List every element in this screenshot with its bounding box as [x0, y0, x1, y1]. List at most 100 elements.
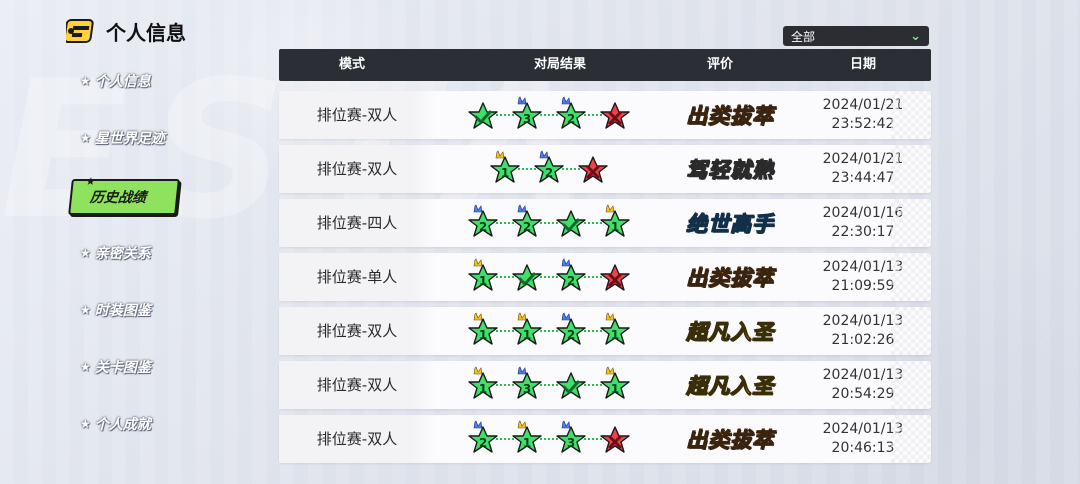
- rank-star-icon: 1: [466, 366, 500, 401]
- svg-text:3: 3: [567, 436, 575, 450]
- sidebar-item-label: 时装图鉴: [94, 303, 151, 319]
- table-row[interactable]: 排位赛-四人 2 2 1 绝世高手 2024/01/16 22:30:17: [279, 199, 931, 247]
- mode-filter-dropdown[interactable]: 全部 ⌄: [783, 26, 929, 46]
- column-header-mode: 模式: [338, 57, 365, 72]
- star-bullet-icon: ★: [80, 303, 91, 317]
- sidebar-item-level-collection[interactable]: ★ 关卡图鉴: [70, 350, 190, 384]
- row-checker-decoration: [891, 361, 931, 409]
- filter-selected-value: 全部: [791, 29, 816, 44]
- svg-text:3: 3: [523, 112, 531, 126]
- profile-badge-icon: [63, 14, 100, 48]
- column-header-result: 对局结果: [533, 57, 586, 72]
- rank-star-icon: 2: [466, 204, 500, 239]
- star-bullet-icon: ★: [80, 74, 91, 88]
- svg-text:3: 3: [523, 382, 531, 396]
- row-match-results: 12: [449, 145, 649, 193]
- star-bullet-icon: ★: [80, 360, 91, 374]
- row-rating: 出类拔萃: [686, 428, 774, 453]
- star-bullet-icon: ★: [80, 417, 91, 431]
- row-checker-decoration: [891, 145, 931, 193]
- row-match-results: 2 2 1: [449, 199, 649, 247]
- row-mode: 排位赛-单人: [279, 253, 435, 301]
- rank-star-icon: 2: [510, 204, 544, 239]
- svg-text:2: 2: [523, 220, 531, 234]
- sidebar-item-achievements[interactable]: ★ 个人成就: [70, 407, 190, 441]
- row-match-results: 12: [449, 253, 649, 301]
- lose-star-icon: [576, 155, 610, 185]
- page-title: 个人信息: [106, 20, 186, 45]
- lose-star-icon: [598, 263, 632, 293]
- table-row[interactable]: 排位赛-双人 1 2 驾轻就熟 2024/01/21 23:44:47: [279, 145, 931, 193]
- svg-text:2: 2: [545, 166, 553, 180]
- column-header-rating: 评价: [706, 57, 733, 72]
- sidebar-item-outfit-collection[interactable]: ★ 时装图鉴: [70, 293, 190, 327]
- win-check-star-icon: [554, 209, 588, 239]
- svg-text:2: 2: [567, 112, 575, 126]
- rank-star-icon: 2: [466, 420, 500, 455]
- rank-star-icon: 2: [554, 258, 588, 293]
- rank-star-icon: 1: [510, 420, 544, 455]
- rank-star-icon: 1: [466, 312, 500, 347]
- svg-text:2: 2: [479, 220, 487, 234]
- rank-star-icon: 3: [510, 366, 544, 401]
- column-header-date: 日期: [849, 57, 876, 72]
- svg-text:1: 1: [479, 328, 487, 342]
- sidebar-item-profile[interactable]: ★ 个人信息: [70, 64, 190, 98]
- sidebar-item-label: 亲密关系: [94, 246, 151, 262]
- rank-star-icon: 2: [532, 150, 566, 185]
- table-header: 模式 对局结果 评价 日期: [279, 49, 931, 81]
- row-rating: 绝世高手: [686, 212, 774, 237]
- svg-text:1: 1: [611, 220, 619, 234]
- sidebar-item-relationships[interactable]: ★ 亲密关系: [70, 236, 190, 270]
- rank-star-icon: 3: [554, 420, 588, 455]
- row-rating: 出类拔萃: [686, 266, 774, 291]
- svg-text:2: 2: [567, 274, 575, 288]
- row-mode: 排位赛-双人: [279, 415, 435, 463]
- sidebar-item-label: 星世界足迹: [94, 131, 165, 147]
- row-checker-decoration: [891, 253, 931, 301]
- row-match-results: 32: [449, 91, 649, 139]
- row-mode: 排位赛-四人: [279, 199, 435, 247]
- rank-star-icon: 1: [510, 312, 544, 347]
- rank-star-icon: 1: [598, 366, 632, 401]
- row-mode: 排位赛-双人: [279, 91, 435, 139]
- sidebar-item-match-history[interactable]: ★ 历史战绩: [68, 175, 180, 215]
- sidebar-item-star-world-footprint[interactable]: ★ 星世界足迹: [70, 121, 190, 155]
- win-check-star-icon: [510, 263, 544, 293]
- row-checker-decoration: [891, 91, 931, 139]
- star-bullet-icon: ★: [80, 131, 91, 145]
- rank-star-icon: 3: [510, 96, 544, 131]
- row-checker-decoration: [891, 199, 931, 247]
- lose-star-icon: [598, 425, 632, 455]
- sidebar-item-label: 关卡图鉴: [94, 360, 151, 376]
- svg-text:1: 1: [523, 328, 531, 342]
- svg-text:1: 1: [611, 328, 619, 342]
- table-row[interactable]: 排位赛-双人 3 2 出类拔萃 2024/01/21 23:52:42: [279, 91, 931, 139]
- table-row[interactable]: 排位赛-单人 1 2 出类拔萃 2024/01/13 21:09:59: [279, 253, 931, 301]
- table-row[interactable]: 排位赛-双人 2 1 3 出类拔萃 2024/01/13 20:46:13: [279, 415, 931, 463]
- page-header: 个人信息: [63, 14, 186, 48]
- row-rating: 驾轻就熟: [686, 158, 774, 183]
- row-checker-decoration: [891, 415, 931, 463]
- win-check-star-icon: [466, 101, 500, 131]
- chevron-down-icon: ⌄: [910, 28, 921, 44]
- svg-text:1: 1: [479, 382, 487, 396]
- row-checker-decoration: [891, 307, 931, 355]
- match-history-table: 模式 对局结果 评价 日期 排位赛-双人 3 2 出类拔萃 2024/01/21 23:5…: [279, 49, 931, 463]
- rank-star-icon: 1: [488, 150, 522, 185]
- rank-star-icon: 2: [554, 312, 588, 347]
- rank-star-icon: 2: [554, 96, 588, 131]
- rank-star-icon: 1: [598, 312, 632, 347]
- svg-text:2: 2: [567, 328, 575, 342]
- svg-text:1: 1: [611, 382, 619, 396]
- rank-star-icon: 1: [598, 204, 632, 239]
- rank-star-icon: 1: [466, 258, 500, 293]
- table-row[interactable]: 排位赛-双人 1 3 1 超凡入圣 2024/01/13 20:54:29: [279, 361, 931, 409]
- svg-text:1: 1: [523, 436, 531, 450]
- lose-star-icon: [598, 101, 632, 131]
- table-row[interactable]: 排位赛-双人 1 1 2 1 超凡入圣 2024/01/13 21:02:26: [279, 307, 931, 355]
- row-match-results: 1 1 2 1: [449, 307, 649, 355]
- row-rating: 出类拔萃: [686, 104, 774, 129]
- star-bullet-icon: ★: [84, 175, 97, 188]
- svg-text:1: 1: [479, 274, 487, 288]
